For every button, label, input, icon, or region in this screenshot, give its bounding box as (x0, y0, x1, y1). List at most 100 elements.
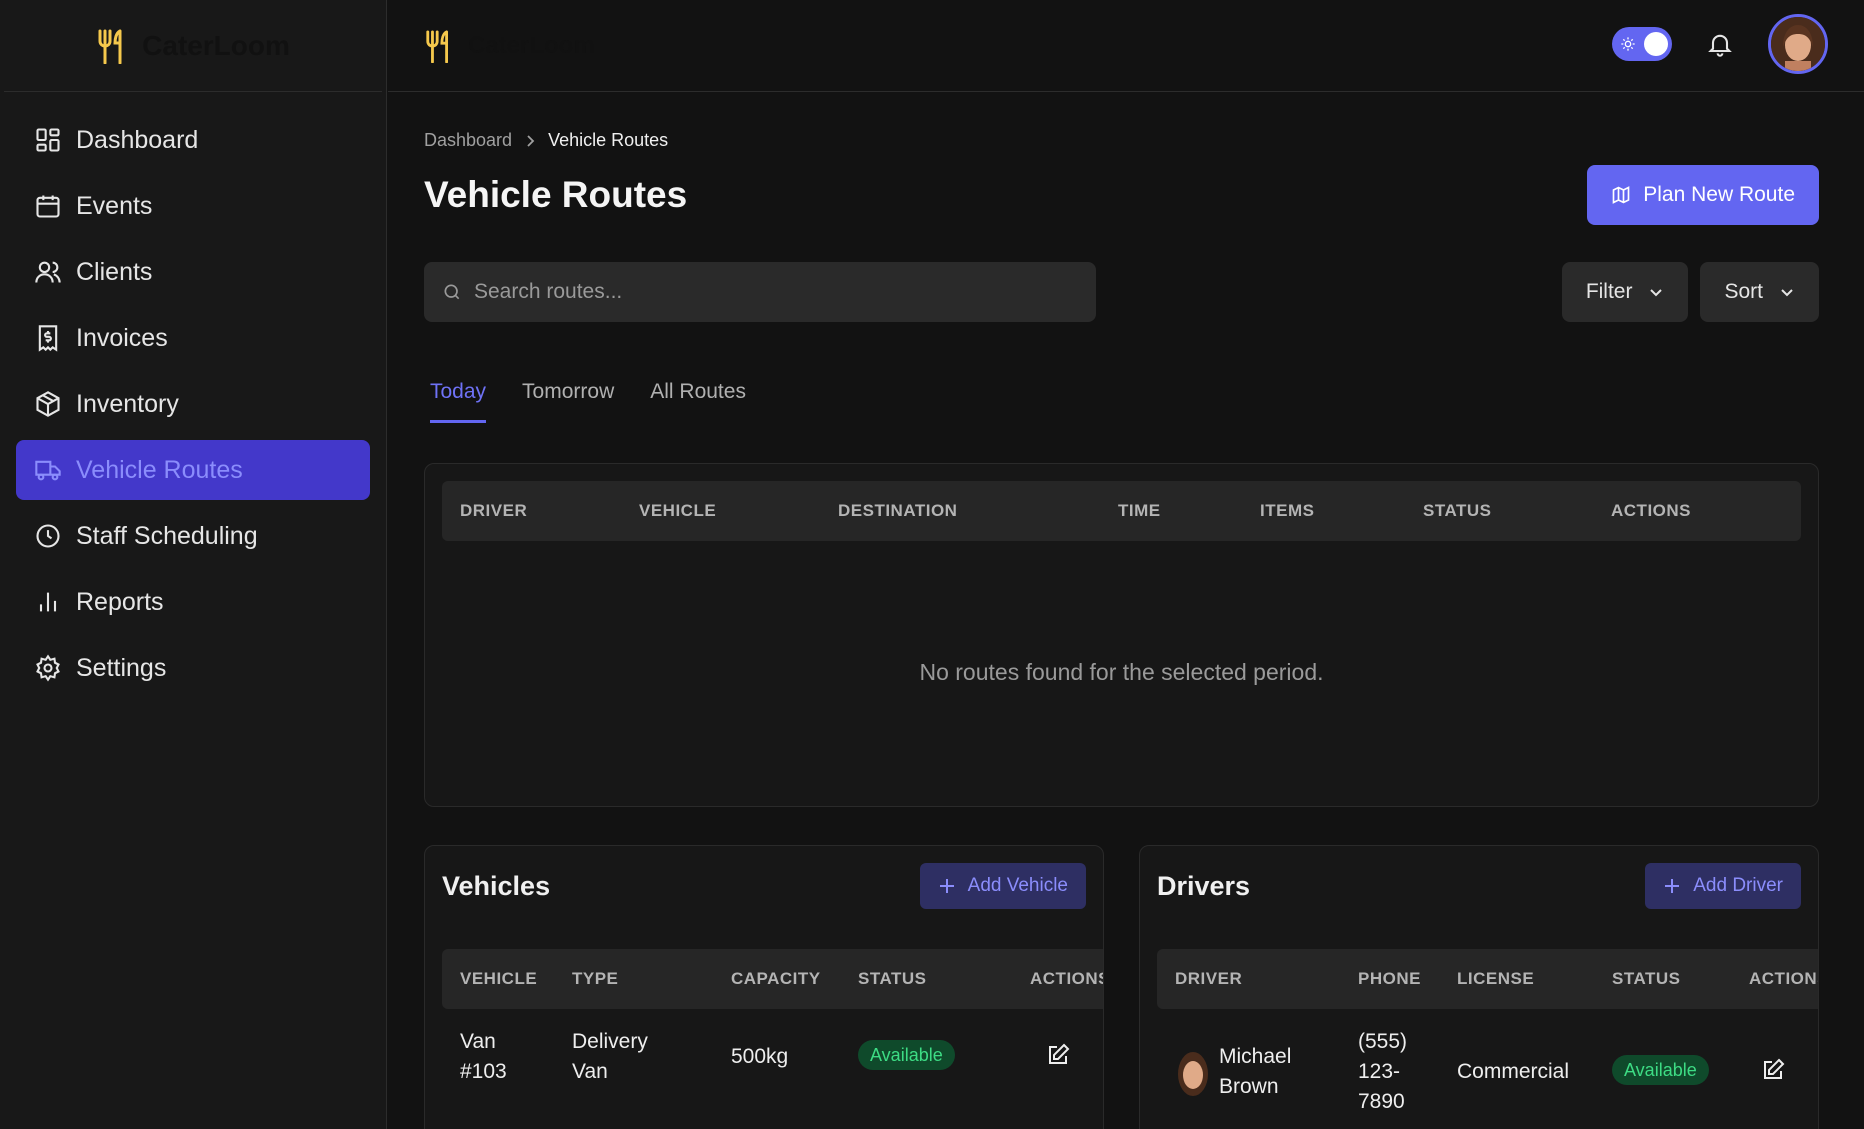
col-destination: DESTINATION (838, 501, 958, 520)
col-actions: ACTIONS (1611, 501, 1691, 520)
vehicle-type-line: Van (572, 1060, 608, 1083)
driver-name-line: Michael (1219, 1045, 1292, 1068)
package-icon (36, 391, 60, 417)
sidebar-item-inventory[interactable]: Inventory (16, 374, 370, 434)
sidebar-nav: Dashboard Events Clients Invoices Invent… (0, 92, 386, 698)
col-capacity: CAPACITY (731, 969, 821, 988)
col-status: STATUS (1423, 501, 1492, 520)
vehicle-name-cell: Van #103 (460, 1027, 507, 1087)
driver-photo-icon (1178, 1052, 1208, 1096)
toggle-knob (1644, 32, 1668, 56)
sidebar-logo[interactable]: CaterLoom (4, 0, 382, 92)
dashboard-icon (36, 128, 60, 152)
chevron-down-icon (1650, 289, 1663, 297)
drivers-title: Drivers (1157, 870, 1251, 901)
search-input[interactable] (474, 280, 1074, 304)
empty-state-message: No routes found for the selected period. (919, 659, 1324, 685)
users-icon (35, 261, 61, 283)
chevron-right-icon (527, 134, 535, 147)
invoice-icon (38, 325, 58, 352)
sort-label: Sort (1724, 280, 1763, 303)
driver-name-line: Brown (1219, 1075, 1279, 1098)
sidebar-item-reports[interactable]: Reports (16, 572, 370, 632)
sidebar-item-clients[interactable]: Clients (16, 242, 370, 302)
sidebar-item-label: Dashboard (76, 125, 199, 154)
sidebar-item-staff-scheduling[interactable]: Staff Scheduling (16, 506, 370, 566)
vehicles-table-header: VEHICLE TYPE CAPACITY STATUS ACTIONS (442, 949, 1104, 1009)
title-row: Vehicle Routes Plan New Route (424, 165, 1819, 225)
filter-label: Filter (1585, 280, 1633, 303)
sidebar-item-label: Inventory (76, 389, 179, 418)
header-brand-name: CaterLoom (468, 31, 595, 59)
vehicle-name-line: #103 (460, 1060, 507, 1083)
route-tabs: Today Tomorrow All Routes (424, 380, 1819, 423)
col-license: LICENSE (1457, 969, 1535, 988)
plan-new-route-label: Plan New Route (1643, 183, 1795, 206)
col-type: TYPE (572, 969, 619, 988)
add-driver-button[interactable]: Add Driver (1645, 863, 1801, 909)
search-box (424, 262, 1096, 322)
edit-driver-button[interactable] (1761, 1058, 1785, 1091)
status-badge: Available (1612, 1055, 1709, 1085)
col-actions: ACTIONS (1749, 969, 1818, 988)
col-driver: DRIVER (460, 501, 528, 520)
user-avatar[interactable] (1768, 14, 1828, 74)
breadcrumb: Dashboard Vehicle Routes (424, 130, 1819, 151)
col-vehicle: VEHICLE (639, 501, 717, 520)
brand-name: CaterLoom (142, 29, 290, 61)
driver-phone-line: 7890 (1358, 1090, 1405, 1113)
sidebar-item-vehicle-routes[interactable]: Vehicle Routes (16, 440, 370, 500)
vehicle-status-cell: Available (858, 1040, 955, 1070)
main-content: Dashboard Vehicle Routes Vehicle Routes … (424, 92, 1819, 1129)
sidebar-item-label: Events (76, 191, 153, 220)
top-bar: CaterLoom (388, 0, 1864, 92)
sidebar-item-settings[interactable]: Settings (16, 638, 370, 698)
drivers-table-header: DRIVER PHONE LICENSE STATUS ACTIONS (1157, 949, 1818, 1009)
vehicles-panel-header: Vehicles Add Vehicle (442, 863, 1086, 909)
drivers-panel: Drivers Add Driver DRIVER PHONE LICENSE … (1139, 845, 1819, 1129)
breadcrumb-current: Vehicle Routes (548, 130, 669, 150)
driver-phone-cell: (555) 123- 7890 (1358, 1027, 1407, 1117)
sidebar-item-label: Staff Scheduling (76, 521, 258, 550)
driver-license-cell: Commercial (1457, 1060, 1570, 1083)
sort-button[interactable]: Sort (1700, 262, 1819, 322)
add-vehicle-button[interactable]: Add Vehicle (919, 863, 1086, 909)
tab-all-routes[interactable]: All Routes (650, 380, 746, 423)
col-vehicle: VEHICLE (460, 969, 538, 988)
col-phone: PHONE (1358, 969, 1421, 988)
col-actions: ACTIONS (1030, 969, 1104, 988)
vehicles-title: Vehicles (442, 870, 551, 901)
vehicle-capacity-cell: 500kg (731, 1045, 789, 1068)
tab-today[interactable]: Today (430, 380, 487, 423)
theme-toggle[interactable] (1612, 27, 1672, 61)
sidebar-item-events[interactable]: Events (16, 176, 370, 236)
sidebar-item-label: Vehicle Routes (76, 455, 243, 484)
bar-chart-icon (39, 592, 57, 612)
breadcrumb-root[interactable]: Dashboard (424, 130, 512, 151)
sidebar-item-invoices[interactable]: Invoices (16, 308, 370, 368)
plan-new-route-button[interactable]: Plan New Route (1587, 165, 1819, 225)
routes-table-header: DRIVER VEHICLE DESTINATION TIME ITEMS ST… (442, 481, 1801, 541)
controls-row: Filter Sort (424, 262, 1819, 322)
driver-phone-line: 123- (1358, 1060, 1401, 1083)
col-time: TIME (1118, 501, 1161, 520)
calendar-icon (36, 195, 60, 218)
clock-icon (36, 524, 60, 548)
sidebar-item-dashboard[interactable]: Dashboard (16, 110, 370, 170)
filter-button[interactable]: Filter (1561, 262, 1689, 322)
vehicle-type-line: Delivery (572, 1030, 648, 1053)
vehicle-name-line: Van (460, 1030, 496, 1053)
search-icon (444, 284, 460, 300)
fork-knife-icon (98, 29, 122, 64)
plus-icon (1665, 879, 1680, 893)
plus-icon (939, 879, 954, 893)
user-photo-icon (1771, 17, 1825, 71)
gear-icon (36, 654, 60, 682)
add-driver-label: Add Driver (1693, 875, 1783, 896)
bell-icon[interactable] (1706, 29, 1734, 59)
vehicles-panel: Vehicles Add Vehicle VEHICLE TYPE CAPACI… (424, 845, 1104, 1129)
routes-table-card: DRIVER VEHICLE DESTINATION TIME ITEMS ST… (424, 463, 1819, 807)
tab-tomorrow[interactable]: Tomorrow (522, 380, 614, 423)
driver-avatar (1175, 1049, 1211, 1108)
edit-vehicle-button[interactable] (1046, 1043, 1070, 1076)
